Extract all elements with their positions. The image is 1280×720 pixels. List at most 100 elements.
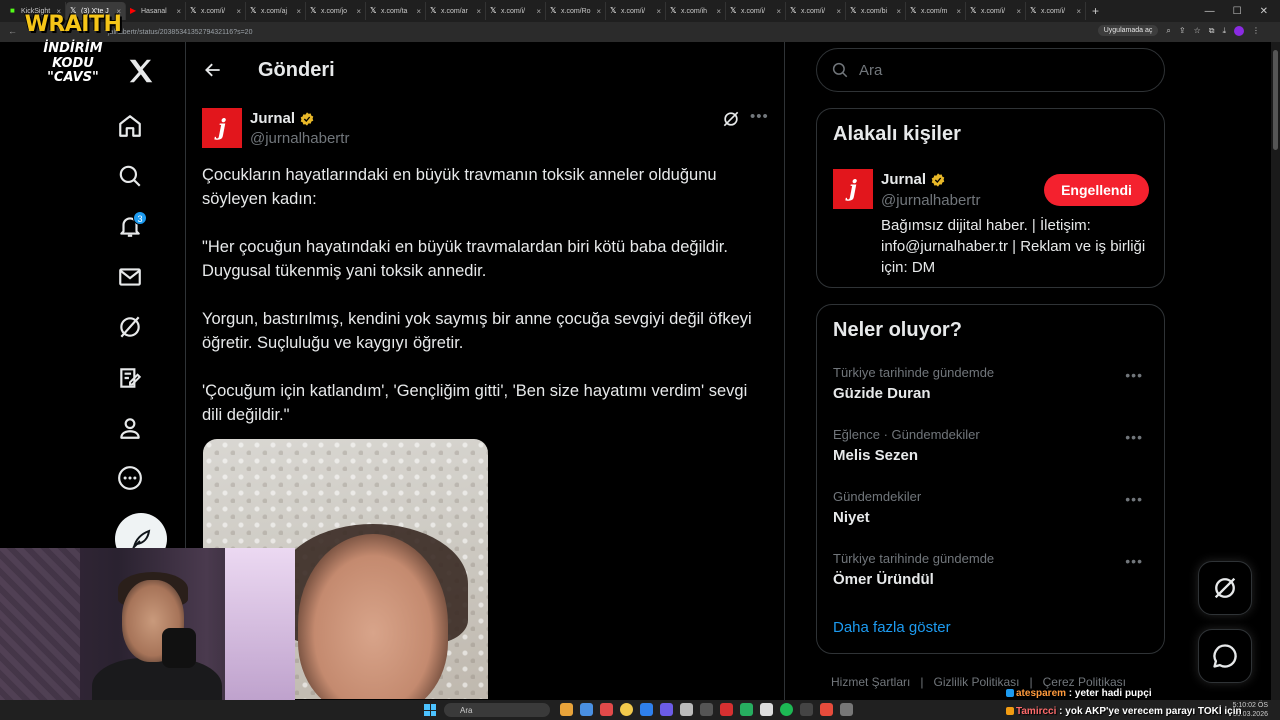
- nav-more[interactable]: [113, 461, 147, 495]
- trend-more-icon[interactable]: •••: [1125, 491, 1143, 507]
- browser-tab[interactable]: 𝕏x.com/i/ ×: [606, 2, 666, 20]
- nav-messages[interactable]: [113, 260, 147, 294]
- blocked-button[interactable]: Engellendi: [1044, 174, 1149, 206]
- url-field[interactable]: jalhabertr/status/2038534135279432116?s=…: [108, 29, 252, 36]
- scrollbar-thumb[interactable]: [1273, 50, 1278, 150]
- tab-close-icon[interactable]: ×: [596, 7, 601, 16]
- new-tab-button[interactable]: +: [1086, 4, 1105, 18]
- trend-item[interactable]: Türkiye tarihinde gündemde Ömer Üründül ••…: [833, 551, 1153, 588]
- discord-icon[interactable]: [660, 703, 673, 716]
- browser-tab[interactable]: 𝕏x.com/jo ×: [306, 2, 366, 20]
- downloads-icon[interactable]: ⤓: [1222, 26, 1226, 36]
- nav-explore[interactable]: [113, 159, 147, 193]
- tab-close-icon[interactable]: ×: [416, 7, 421, 16]
- bookmark-star-icon[interactable]: ☆: [1194, 26, 1201, 35]
- relevant-name[interactable]: Jurnal: [881, 171, 926, 188]
- footer-link[interactable]: Gizlilik Politikası: [933, 675, 1019, 689]
- author-handle[interactable]: @jurnalhabertr: [250, 130, 349, 147]
- nav-grok[interactable]: [113, 310, 147, 344]
- tab-close-icon[interactable]: ×: [956, 7, 961, 16]
- minimize-icon[interactable]: —: [1205, 6, 1215, 17]
- browser-tab[interactable]: 𝕏x.com/ar ×: [426, 2, 486, 20]
- app-icon[interactable]: [700, 703, 713, 716]
- app-icon[interactable]: [680, 703, 693, 716]
- search-input[interactable]: [859, 61, 1129, 79]
- browser-tab[interactable]: 𝕏x.com/Ro ×: [546, 2, 606, 20]
- app-icon[interactable]: [580, 703, 593, 716]
- back-nav-icon[interactable]: ←: [8, 26, 17, 36]
- chrome-icon[interactable]: [620, 703, 633, 716]
- trend-more-icon[interactable]: •••: [1125, 367, 1143, 383]
- maximize-icon[interactable]: ☐: [1233, 6, 1242, 17]
- edge-icon[interactable]: [640, 703, 653, 716]
- back-button[interactable]: [196, 53, 230, 87]
- app-icon[interactable]: [720, 703, 733, 716]
- open-in-app-button[interactable]: Uygulamada aç: [1097, 25, 1159, 36]
- footer-link[interactable]: Hizmet Şartları: [831, 675, 910, 689]
- nav-home[interactable]: [113, 109, 147, 143]
- browser-tab[interactable]: 𝕏x.com/i/ ×: [966, 2, 1026, 20]
- nav-profile[interactable]: [113, 411, 147, 445]
- close-icon[interactable]: ✕: [1260, 6, 1268, 17]
- relevant-handle[interactable]: @jurnalhabertr: [881, 192, 980, 209]
- tab-close-icon[interactable]: ×: [296, 7, 301, 16]
- tab-close-icon[interactable]: ×: [476, 7, 481, 16]
- zoom-icon[interactable]: ⌕: [1166, 26, 1170, 36]
- tab-close-icon[interactable]: ×: [1076, 7, 1081, 16]
- trend-item[interactable]: Türkiye tarihinde gündemde Güzide Duran ••…: [833, 365, 1153, 402]
- x-logo[interactable]: [126, 56, 156, 86]
- nav-lists[interactable]: [113, 361, 147, 395]
- app-icon[interactable]: [820, 703, 833, 716]
- browser-tab[interactable]: 𝕏x.com/bi ×: [846, 2, 906, 20]
- trend-item[interactable]: Gündemdekiler Niyet •••: [833, 489, 1153, 526]
- tab-close-icon[interactable]: ×: [716, 7, 721, 16]
- taskbar-search[interactable]: Ara: [444, 703, 550, 717]
- grok-fab-button[interactable]: [1198, 561, 1252, 615]
- browser-menu-icon[interactable]: ⋮: [1252, 26, 1260, 35]
- tab-close-icon[interactable]: ×: [536, 7, 541, 16]
- search-box[interactable]: [816, 48, 1165, 92]
- relevant-name-row[interactable]: Jurnal: [881, 171, 946, 188]
- file-explorer-icon[interactable]: [560, 703, 573, 716]
- messages-fab-button[interactable]: [1198, 629, 1252, 683]
- extensions-icon[interactable]: ⧉: [1209, 26, 1215, 36]
- app-icon[interactable]: [600, 703, 613, 716]
- tab-close-icon[interactable]: ×: [356, 7, 361, 16]
- relevant-avatar[interactable]: j: [833, 169, 873, 209]
- spotify-icon[interactable]: [780, 703, 793, 716]
- tab-close-icon[interactable]: ×: [836, 7, 841, 16]
- tab-close-icon[interactable]: ×: [776, 7, 781, 16]
- trend-item[interactable]: Eğlence · Gündemdekiler Melis Sezen •••: [833, 427, 1153, 464]
- app-icon[interactable]: [740, 703, 753, 716]
- grok-explain-button[interactable]: [721, 109, 741, 129]
- app-icon[interactable]: [760, 703, 773, 716]
- browser-tab[interactable]: 𝕏x.com/i/ ×: [1026, 2, 1086, 20]
- nav-notifications[interactable]: 3: [113, 209, 147, 243]
- browser-tab[interactable]: 𝕏x.com/i/ ×: [786, 2, 846, 20]
- app-icon[interactable]: [840, 703, 853, 716]
- footer-link[interactable]: Çerez Politikası: [1043, 675, 1126, 689]
- tab-close-icon[interactable]: ×: [236, 7, 241, 16]
- tab-close-icon[interactable]: ×: [1016, 7, 1021, 16]
- tab-close-icon[interactable]: ×: [656, 7, 661, 16]
- browser-tab[interactable]: 𝕏x.com/i/ ×: [186, 2, 246, 20]
- author-name[interactable]: Jurnal: [250, 110, 295, 127]
- author-avatar[interactable]: j: [202, 108, 242, 148]
- browser-tab[interactable]: 𝕏x.com/i/ ×: [486, 2, 546, 20]
- browser-tab[interactable]: 𝕏x.com/aj ×: [246, 2, 306, 20]
- author-name-row[interactable]: Jurnal: [250, 110, 315, 127]
- browser-tab[interactable]: 𝕏x.com/ta ×: [366, 2, 426, 20]
- browser-tab[interactable]: ▶ Hasanal ×: [126, 2, 186, 20]
- windows-start-icon[interactable]: [424, 704, 436, 716]
- obs-icon[interactable]: [800, 703, 813, 716]
- trend-more-icon[interactable]: •••: [1125, 553, 1143, 569]
- tab-close-icon[interactable]: ×: [896, 7, 901, 16]
- trend-more-icon[interactable]: •••: [1125, 429, 1143, 445]
- show-more-link[interactable]: Daha fazla göster: [833, 619, 951, 636]
- browser-tab[interactable]: 𝕏x.com/m ×: [906, 2, 966, 20]
- post-more-icon[interactable]: •••: [750, 108, 769, 125]
- browser-tab[interactable]: 𝕏x.com/ih ×: [666, 2, 726, 20]
- share-icon[interactable]: ⇪: [1179, 26, 1186, 35]
- browser-tab[interactable]: 𝕏x.com/i/ ×: [726, 2, 786, 20]
- profile-avatar[interactable]: [1234, 25, 1244, 36]
